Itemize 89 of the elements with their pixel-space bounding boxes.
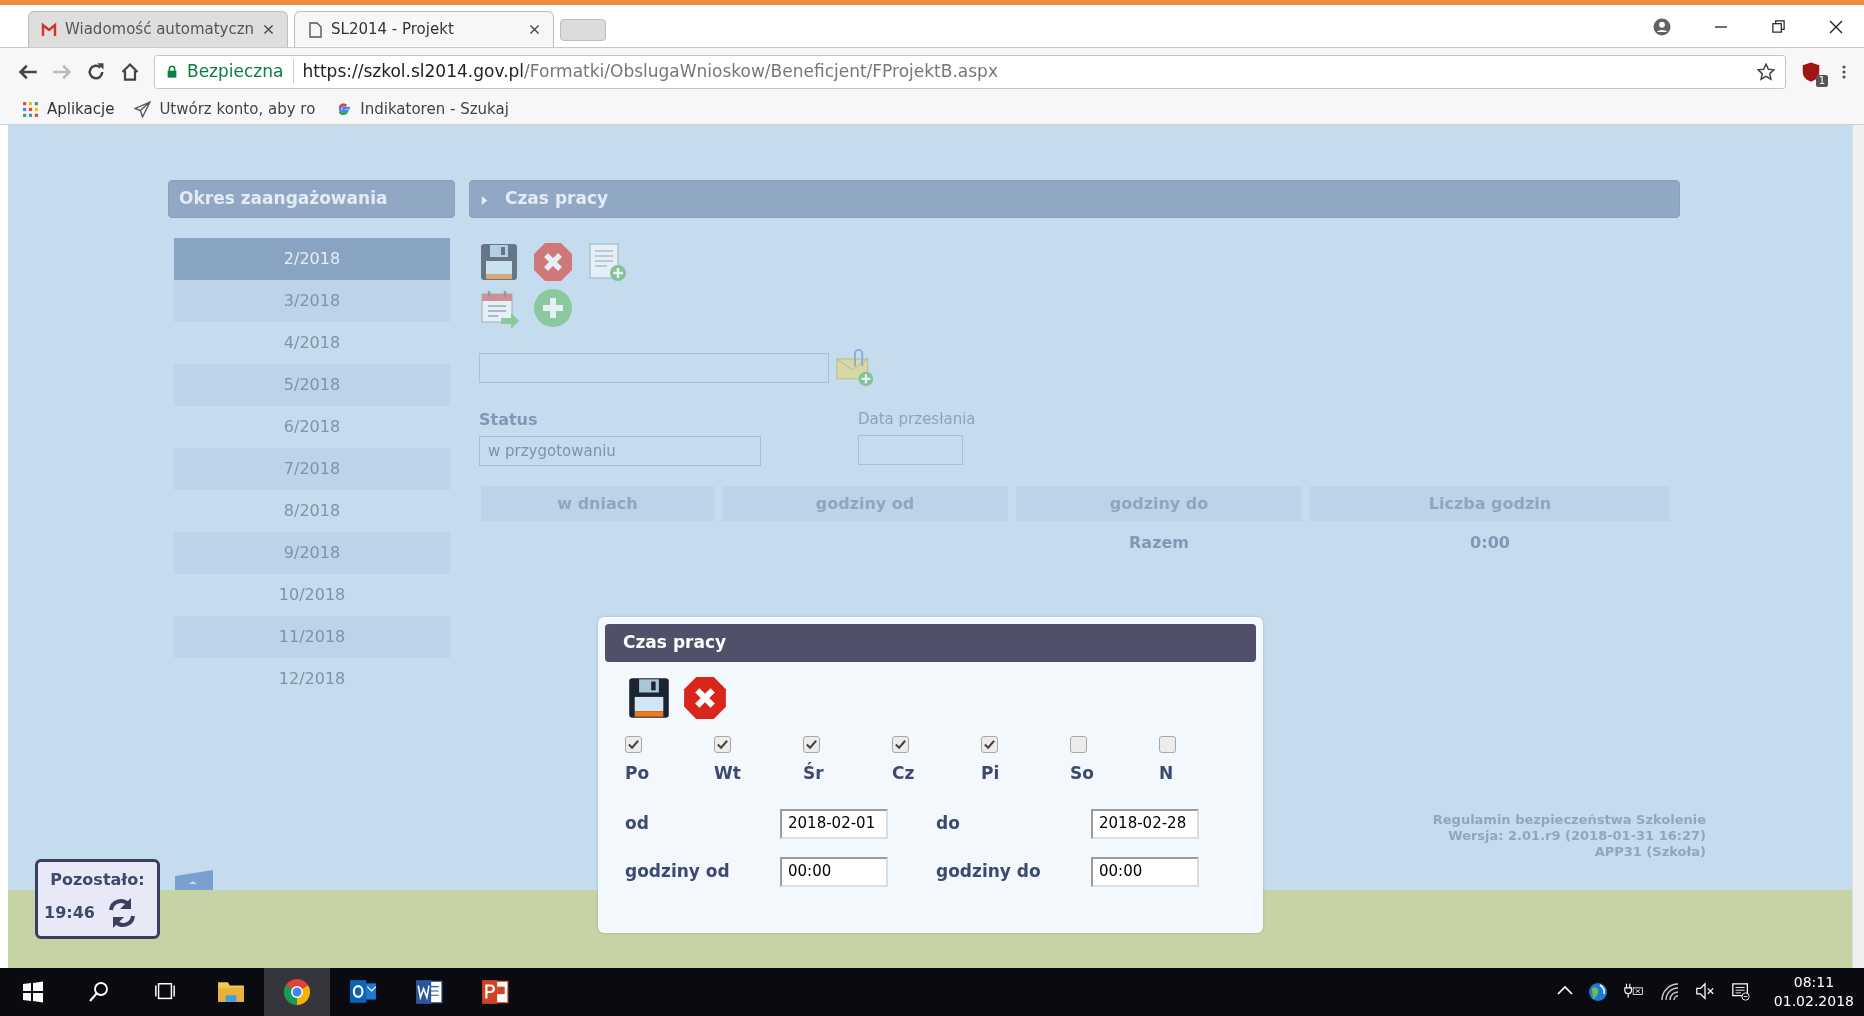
address-bar[interactable]: Bezpieczna https://szkol.sl2014.gov.pl/Formatki/ObslugaWnioskow/Beneficjent/FProjektB.aspx: [154, 54, 1786, 89]
total-label: Razem: [1128, 532, 1190, 554]
month-item[interactable]: 10/2018: [174, 574, 450, 616]
check-icon: [627, 738, 640, 751]
text-field[interactable]: [479, 353, 829, 383]
powerpoint-icon: [481, 978, 509, 1006]
reload-icon[interactable]: [86, 61, 106, 82]
day-label: Śr: [803, 761, 824, 785]
checkbox[interactable]: [625, 736, 642, 753]
day-label: N: [1159, 762, 1174, 785]
panel-header[interactable]: Czas pracy: [469, 180, 1680, 218]
day-label: Po: [625, 762, 650, 785]
month-item[interactable]: 2/2018: [174, 238, 450, 280]
taskbar-app[interactable]: [264, 968, 330, 1016]
checkbox[interactable]: [981, 736, 998, 753]
field-label: od: [625, 811, 650, 835]
day-label: Cz: [892, 762, 915, 785]
chrome-icon: [283, 978, 311, 1006]
outlook-icon: [349, 978, 377, 1006]
browser-tab[interactable]: SL2014 - Projekt: [294, 11, 554, 47]
shield-icon[interactable]: [1800, 60, 1822, 83]
cancel-icon[interactable]: [533, 242, 573, 282]
globe-icon[interactable]: [1587, 982, 1608, 1002]
lock-icon: [165, 64, 179, 79]
check-icon: [983, 738, 996, 751]
home-icon[interactable]: [120, 61, 140, 82]
restore-icon[interactable]: [1771, 19, 1786, 34]
status-label: Status: [479, 409, 539, 431]
apps-grid-icon: [22, 101, 39, 118]
timer-label: Pozostało:: [49, 869, 146, 891]
cancel-icon[interactable]: [683, 676, 727, 720]
triangle-icon: [480, 193, 489, 205]
close-icon[interactable]: [1828, 18, 1844, 35]
save-icon[interactable]: [627, 676, 671, 720]
input-field[interactable]: 2018-02-01: [780, 808, 888, 839]
close-icon[interactable]: [262, 23, 275, 36]
wifi-icon[interactable]: [1659, 982, 1680, 1002]
month-item[interactable]: 6/2018: [174, 406, 450, 448]
date-label: Data przesłania: [858, 409, 976, 430]
checkbox[interactable]: [892, 736, 909, 753]
word-icon: [415, 978, 443, 1006]
month-item[interactable]: 11/2018: [174, 616, 450, 658]
month-item[interactable]: 9/2018: [174, 532, 450, 574]
page-icon: [307, 21, 323, 38]
field-label: godziny do: [936, 859, 1042, 883]
input-field[interactable]: 2018-02-28: [1091, 808, 1199, 839]
checkbox[interactable]: [803, 736, 820, 753]
paper-plane-icon: [134, 101, 152, 118]
bookmark-link[interactable]: Aplikacje: [47, 98, 115, 121]
field-label: godziny od: [625, 859, 731, 883]
day-label: So: [1070, 762, 1094, 785]
star-tab-icon: [175, 870, 213, 890]
notification-icon[interactable]: [1729, 982, 1752, 1002]
profile-icon[interactable]: [1653, 17, 1671, 36]
timer-value: 19:46: [44, 902, 95, 924]
dialog-title: Czas pracy: [605, 624, 1256, 662]
month-item[interactable]: 12/2018: [174, 658, 450, 700]
windows-start-icon[interactable]: [22, 981, 44, 1003]
check-icon: [805, 738, 818, 751]
bookmark-link[interactable]: Utwórz konto, aby ro: [159, 98, 316, 121]
sidebar-header: Okres zaangażowania: [168, 180, 455, 218]
check-icon: [894, 738, 907, 751]
bookmark-link[interactable]: Indikatoren - Szukaj: [360, 98, 509, 121]
close-icon[interactable]: [528, 23, 541, 36]
clock-time[interactable]: 08:11: [1773, 973, 1854, 992]
checkbox[interactable]: [714, 736, 731, 753]
month-item[interactable]: 5/2018: [174, 364, 450, 406]
speaker-muted-icon[interactable]: [1693, 982, 1716, 1002]
month-item[interactable]: 4/2018: [174, 322, 450, 364]
checkbox[interactable]: [1159, 736, 1176, 753]
checkbox[interactable]: [1070, 736, 1087, 753]
input-field[interactable]: 00:00: [780, 856, 888, 887]
total-value: 0:00: [1469, 532, 1511, 554]
field-label: do: [936, 811, 961, 835]
search-icon[interactable]: [88, 981, 110, 1003]
star-icon[interactable]: [1757, 62, 1775, 81]
scrollbar[interactable]: [1852, 125, 1864, 968]
browser-tab[interactable]: Wiadomość automatyczn: [28, 11, 288, 47]
check-icon: [716, 738, 729, 751]
input-field[interactable]: 00:00: [1091, 856, 1199, 887]
month-item[interactable]: 3/2018: [174, 280, 450, 322]
month-item[interactable]: 8/2018: [174, 490, 450, 532]
day-label: Pi: [981, 762, 1000, 785]
month-item[interactable]: 7/2018: [174, 448, 450, 490]
mail-icon: [41, 21, 57, 38]
day-label: Wt: [714, 762, 741, 785]
status-field[interactable]: w przygotowaniu: [479, 436, 761, 466]
clock-date[interactable]: 01.02.2018: [1773, 992, 1854, 1011]
date-field[interactable]: [858, 434, 963, 465]
